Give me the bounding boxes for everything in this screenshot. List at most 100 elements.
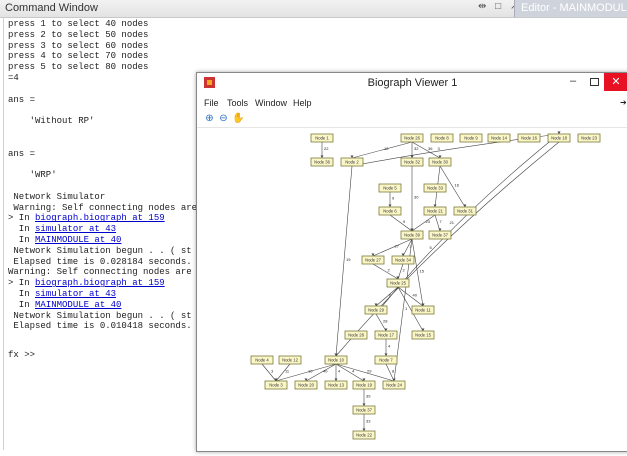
editor-tab[interactable]: Editor - MAINMODULE bbox=[514, 0, 627, 17]
graph-node[interactable]: Node 25 bbox=[386, 278, 410, 288]
line-text: Warning: Self connecting nodes are bbox=[8, 202, 198, 213]
edge-weight-label: 16 bbox=[455, 183, 460, 188]
menu-file[interactable]: File bbox=[204, 98, 219, 108]
menu-help[interactable]: Help bbox=[293, 98, 312, 108]
hand-icon[interactable]: ✋ bbox=[232, 113, 244, 124]
graph-node[interactable]: Node 5 bbox=[378, 183, 402, 193]
node-label: Node 25 bbox=[390, 281, 407, 286]
output-line: Elapsed time is 0.010418 seconds. bbox=[8, 321, 192, 332]
node-label: Node 3 bbox=[269, 383, 283, 388]
output-line: press 3 to select 60 nodes bbox=[8, 40, 149, 51]
graph-edge bbox=[375, 286, 399, 307]
graph-node[interactable]: Node 20 bbox=[294, 380, 318, 390]
output-line: Warning: Self connecting nodes are bbox=[8, 202, 198, 213]
source-link[interactable]: MAINMODULE at 40 bbox=[35, 300, 121, 310]
edge-weight-label: 2 bbox=[388, 268, 391, 273]
line-text: press 3 to select 60 nodes bbox=[8, 40, 149, 51]
edge-weight-label: 28 bbox=[383, 319, 388, 324]
command-output: press 1 to select 40 nodes press 2 to sel… bbox=[8, 18, 208, 450]
graph-node[interactable]: Node 39 bbox=[400, 230, 424, 240]
line-text: > In bbox=[8, 213, 36, 224]
graph-node[interactable]: Node 7 bbox=[374, 355, 398, 365]
source-link[interactable]: simulator at 43 bbox=[35, 289, 116, 299]
graph-node[interactable]: Node 30 bbox=[428, 157, 452, 167]
line-text: press 1 to select 40 nodes bbox=[8, 19, 149, 29]
output-line: Elapsed time is 0.028184 seconds. bbox=[8, 257, 191, 267]
stack-trace-line[interactable]: In MAINMODULE at 40 bbox=[8, 235, 122, 245]
graph-node[interactable]: Node 24 bbox=[382, 380, 406, 390]
nodes-group: Node 1 Node 26 Node 8 Node 9 Node 14 Node 16 N… bbox=[250, 133, 601, 440]
graph-node[interactable]: Node 12 bbox=[278, 355, 302, 365]
graph-node[interactable]: Node 22 bbox=[352, 430, 376, 440]
edge-weight-label: 4 bbox=[388, 344, 391, 349]
graph-node[interactable]: Node 4 bbox=[250, 355, 274, 365]
graph-node[interactable]: Node 37 bbox=[352, 405, 376, 415]
edge-weight-label: 29 bbox=[367, 369, 372, 374]
menu-tools[interactable]: Tools bbox=[227, 98, 248, 108]
zoom-in-icon[interactable]: ⊕ bbox=[204, 113, 215, 124]
graph-node[interactable]: Node 13 bbox=[324, 380, 348, 390]
graph-node[interactable]: Node 8 bbox=[430, 133, 454, 143]
graph-node[interactable]: Node 26 bbox=[400, 133, 424, 143]
node-label: Node 12 bbox=[282, 358, 299, 363]
graph-node[interactable]: Node 10 bbox=[324, 355, 348, 365]
graph-node[interactable]: Node 21 bbox=[423, 206, 447, 216]
graph-node[interactable]: Node 16 bbox=[517, 133, 541, 143]
close-button[interactable]: ✕ bbox=[604, 73, 627, 91]
graph-node[interactable]: Node 28 bbox=[344, 330, 368, 340]
command-window-title: Command Window bbox=[5, 2, 98, 14]
source-link[interactable]: simulator at 43 bbox=[35, 224, 116, 234]
stack-trace-line[interactable]: > In biograph.biograph at 159 bbox=[8, 214, 165, 223]
graph-node[interactable]: Node 23 bbox=[577, 133, 601, 143]
graph-node[interactable]: Node 33 bbox=[423, 183, 447, 193]
node-label: Node 39 bbox=[404, 233, 421, 238]
node-label: Node 21 bbox=[427, 209, 444, 214]
node-label: Node 19 bbox=[356, 383, 373, 388]
graph-node[interactable]: Node 27 bbox=[361, 255, 385, 265]
stack-trace-line[interactable]: In simulator at 43 bbox=[8, 290, 116, 299]
command-prompt[interactable]: fx >> bbox=[8, 350, 35, 360]
source-link[interactable]: biograph.biograph at 159 bbox=[35, 278, 165, 288]
line-text: In bbox=[8, 299, 36, 310]
maximize-button[interactable] bbox=[590, 78, 599, 86]
line-text: In bbox=[8, 235, 36, 245]
graph-edge bbox=[351, 141, 413, 159]
source-link[interactable]: biograph.biograph at 159 bbox=[35, 213, 165, 223]
graph-node[interactable]: Node 2 bbox=[340, 157, 364, 167]
edge-weight-label: 5 bbox=[430, 245, 433, 250]
viewer-title: Biograph Viewer 1 bbox=[367, 77, 458, 89]
source-link[interactable]: MAINMODULE at 40 bbox=[35, 235, 121, 245]
menu-window[interactable]: Window bbox=[255, 98, 287, 108]
graph-node[interactable]: Node 29 bbox=[364, 305, 388, 315]
graph-node[interactable]: Node 1 bbox=[310, 133, 334, 143]
node-label: Node 22 bbox=[356, 433, 373, 438]
graph-node[interactable]: Node 18 bbox=[547, 133, 571, 143]
graph-node[interactable]: Node 14 bbox=[487, 133, 511, 143]
edge-weight-label: 9 bbox=[403, 219, 406, 224]
graph-node[interactable]: Node 11 bbox=[411, 305, 435, 315]
node-label: Node 7 bbox=[379, 358, 393, 363]
graph-canvas[interactable]: 2212323616163099237319273151226402021284… bbox=[197, 128, 627, 451]
line-text: Elapsed time is 0.010418 seconds. bbox=[8, 321, 192, 332]
stack-trace-line[interactable]: In MAINMODULE at 40 bbox=[8, 299, 122, 310]
node-label: Node 15 bbox=[415, 333, 432, 338]
graph-node[interactable]: Node 37 bbox=[428, 230, 452, 240]
graph-node[interactable]: Node 36 bbox=[310, 157, 334, 167]
graph-node[interactable]: Node 17 bbox=[374, 330, 398, 340]
graph-node[interactable]: Node 32 bbox=[400, 157, 424, 167]
graph-node[interactable]: Node 19 bbox=[352, 380, 376, 390]
graph-node[interactable]: Node 9 bbox=[459, 133, 483, 143]
graph-node[interactable]: Node 15 bbox=[411, 330, 435, 340]
stack-trace-line[interactable]: > In biograph.biograph at 159 bbox=[8, 279, 165, 288]
line-text: Network Simulation begun . . ( st bbox=[8, 310, 192, 321]
graph-node[interactable]: Node 6 bbox=[378, 206, 402, 216]
graph-node[interactable]: Node 3 bbox=[264, 380, 288, 390]
graph-node[interactable]: Node 31 bbox=[453, 206, 477, 216]
node-label: Node 26 bbox=[404, 136, 421, 141]
zoom-out-icon[interactable]: ⊖ bbox=[218, 113, 229, 124]
menu-overflow-icon[interactable]: ➔ bbox=[620, 98, 627, 107]
stack-trace-line[interactable]: In simulator at 43 bbox=[8, 225, 116, 234]
output-line: ans = bbox=[8, 95, 35, 105]
minimize-button[interactable]: – bbox=[570, 75, 576, 87]
graph-node[interactable]: Node 34 bbox=[391, 255, 415, 265]
